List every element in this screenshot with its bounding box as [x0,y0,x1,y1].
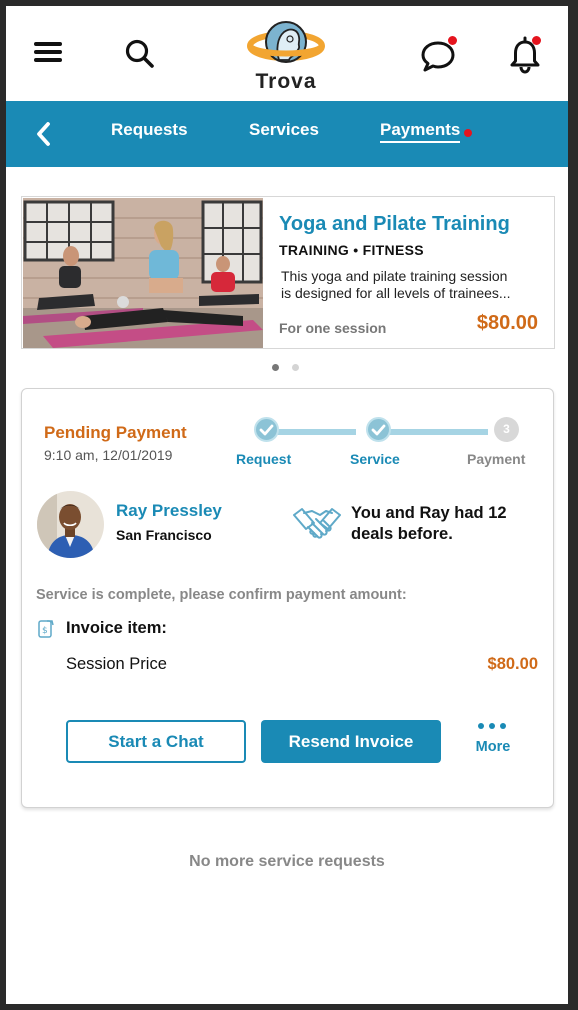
payments-badge-dot [464,129,472,137]
deals-history-text: You and Ray had 12 deals before. [351,503,531,545]
step-check-icon [366,417,391,442]
carousel-indicator [272,364,312,374]
person-location: San Francisco [116,527,212,543]
payment-status: Pending Payment [44,423,187,442]
carousel-dot[interactable] [292,364,299,371]
invoice-item-price: $80.00 [487,655,538,673]
session-label: For one session [279,320,387,336]
start-chat-button[interactable]: Start a Chat [66,720,246,763]
tab-requests[interactable]: Requests [111,120,188,140]
service-description-line-2: is designed for all levels of trainees..… [281,285,511,301]
deals-line-2: deals before. [351,525,453,543]
chat-notification-dot [448,36,457,45]
service-description-line-1: This yoga and pilate training session [281,268,508,284]
more-label: More [475,739,511,755]
svg-text:$: $ [42,626,48,636]
end-of-list-message: No more service requests [189,853,385,870]
step-label-payment: Payment [467,451,526,467]
logo-globe-icon [247,21,325,63]
app-logo: Trova [246,20,326,96]
bell-icon[interactable] [506,34,544,76]
step-connector [268,429,356,435]
service-description: This yoga and pilate training session is… [281,268,543,302]
top-bar: Trova [6,6,568,101]
person-name[interactable]: Ray Pressley [116,501,222,521]
back-arrow-icon[interactable] [30,119,58,149]
service-price: $80.00 [476,312,538,334]
app-screen: Trova Requests Services Payments Yoga an… [6,6,568,1004]
hamburger-menu-icon[interactable] [34,40,62,64]
payment-timestamp: 9:10 am, 12/01/2019 [44,447,173,463]
yoga-class-photo [23,198,263,348]
step-check-icon [254,417,279,442]
step-number: 3 [494,417,519,442]
step-label-service: Service [350,451,400,467]
tab-payments[interactable]: Payments [380,120,461,143]
confirm-instruction: Service is complete, please confirm paym… [36,587,407,603]
more-dots-icon [478,723,508,731]
service-category: TRAINING • FITNESS [279,242,424,258]
step-label-request: Request [236,451,292,467]
bell-notification-dot [532,36,541,45]
payment-card: Pending Payment 9:10 am, 12/01/2019 3 Re… [21,388,554,808]
progress-stepper: 3 Request Service Payment [232,415,542,475]
deals-line-1: You and Ray had 12 [351,504,507,522]
more-button[interactable]: More [468,719,518,763]
service-title[interactable]: Yoga and Pilate Training [279,213,510,236]
invoice-label: Invoice item: [66,619,167,637]
handshake-icon [292,501,342,547]
resend-invoice-button[interactable]: Resend Invoice [261,720,441,763]
step-connector [380,429,488,435]
search-icon[interactable] [122,36,158,72]
chat-bubble-icon[interactable] [418,36,458,76]
nav-bar: Requests Services Payments [6,101,568,167]
app-name: Trova [255,70,317,93]
invoice-item-label: Session Price [66,655,167,673]
tab-services[interactable]: Services [249,120,319,140]
avatar[interactable] [37,491,104,558]
invoice-icon: $ [37,619,55,639]
carousel-dot-active[interactable] [272,364,279,371]
service-card[interactable]: Yoga and Pilate Training TRAINING • FITN… [21,196,555,349]
